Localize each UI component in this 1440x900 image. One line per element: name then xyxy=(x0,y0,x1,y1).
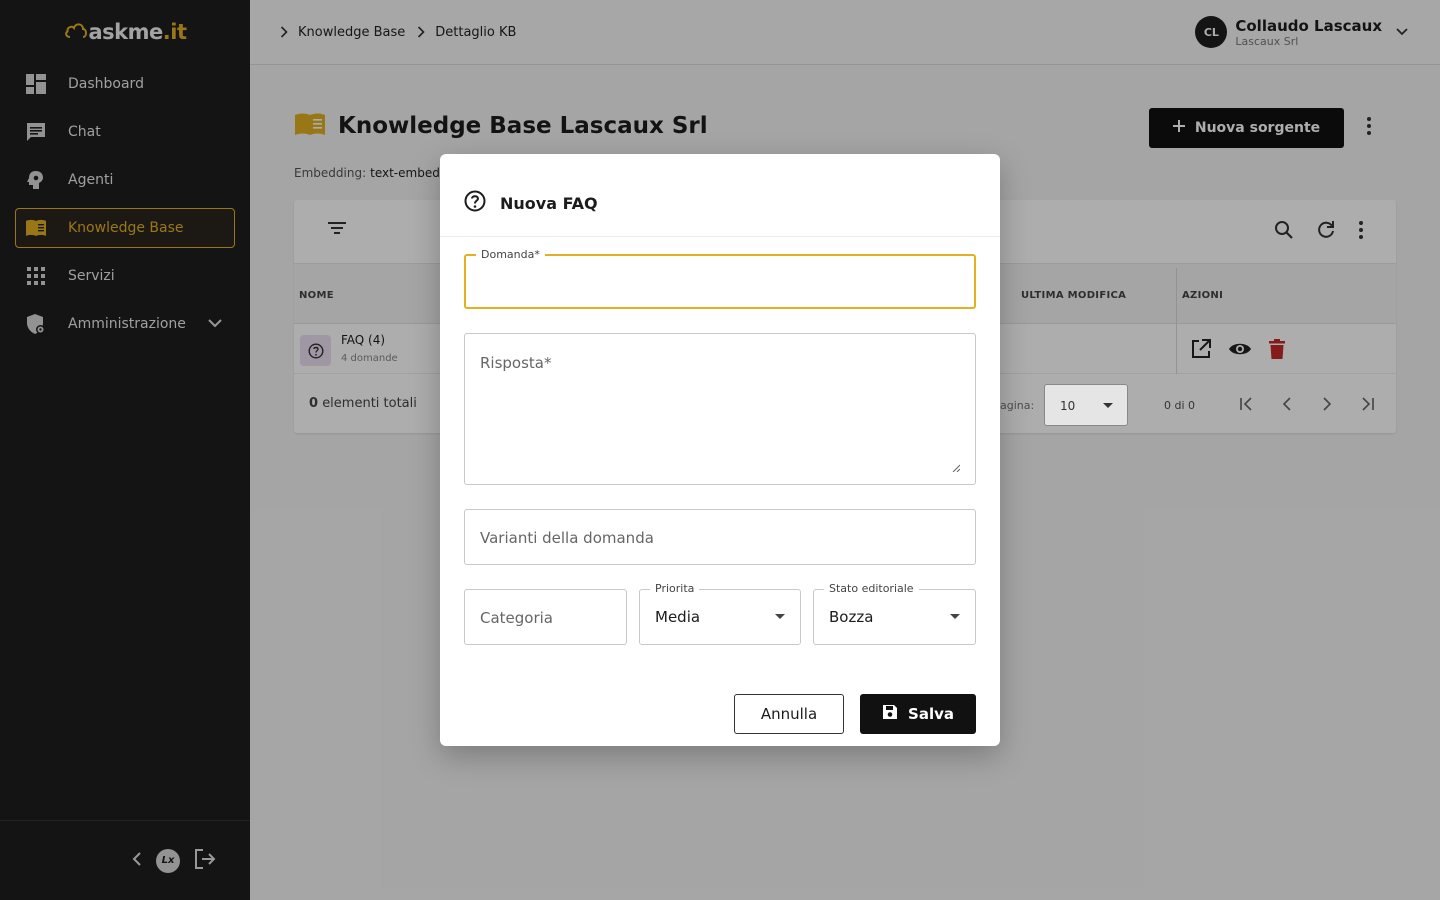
save-button[interactable]: Salva xyxy=(860,694,976,734)
dropdown-arrow-icon xyxy=(775,614,785,619)
per-page-value: 10 xyxy=(1060,399,1076,413)
dropdown-arrow-icon xyxy=(950,614,960,619)
question-variants-field[interactable]: Varianti della domanda xyxy=(464,509,976,565)
editorial-status-select[interactable]: Stato editoriale Bozza xyxy=(813,582,976,645)
per-page-select[interactable]: 10 xyxy=(1044,384,1128,426)
priority-select[interactable]: Priorita Media xyxy=(639,582,801,645)
page-buttons xyxy=(1240,397,1374,415)
priority-label: Priorita xyxy=(650,582,700,595)
first-page-icon[interactable] xyxy=(1240,397,1254,415)
variants-placeholder: Varianti della domanda xyxy=(480,529,654,547)
status-value: Bozza xyxy=(829,608,874,626)
save-disk-icon xyxy=(882,704,898,724)
dialog-title: Nuova FAQ xyxy=(500,193,598,213)
resize-handle-icon[interactable] xyxy=(952,461,961,473)
save-label: Salva xyxy=(908,705,954,723)
dialog-header: Nuova FAQ xyxy=(440,154,1000,237)
per-page-label: agina: xyxy=(1000,399,1035,412)
answer-placeholder: Risposta* xyxy=(480,354,552,372)
question-label: Domanda* xyxy=(476,248,545,261)
next-page-icon[interactable] xyxy=(1320,397,1334,415)
priority-value: Media xyxy=(655,608,701,626)
cancel-button[interactable]: Annulla xyxy=(734,694,844,734)
dropdown-arrow-icon xyxy=(1103,403,1113,408)
category-field[interactable]: Categoria xyxy=(464,589,627,645)
question-field[interactable]: Domanda* xyxy=(464,248,976,309)
page-range: 0 di 0 xyxy=(1164,399,1196,412)
status-label: Stato editoriale xyxy=(824,582,919,595)
help-circle-icon xyxy=(464,190,486,216)
answer-field[interactable]: Risposta* xyxy=(464,333,976,485)
last-page-icon[interactable] xyxy=(1360,397,1374,415)
pagination: agina: 10 0 di 0 xyxy=(1000,384,1396,426)
new-faq-dialog: Nuova FAQ Domanda* Risposta* Varianti de… xyxy=(440,154,1000,746)
previous-page-icon[interactable] xyxy=(1280,397,1294,415)
category-placeholder: Categoria xyxy=(480,609,554,627)
